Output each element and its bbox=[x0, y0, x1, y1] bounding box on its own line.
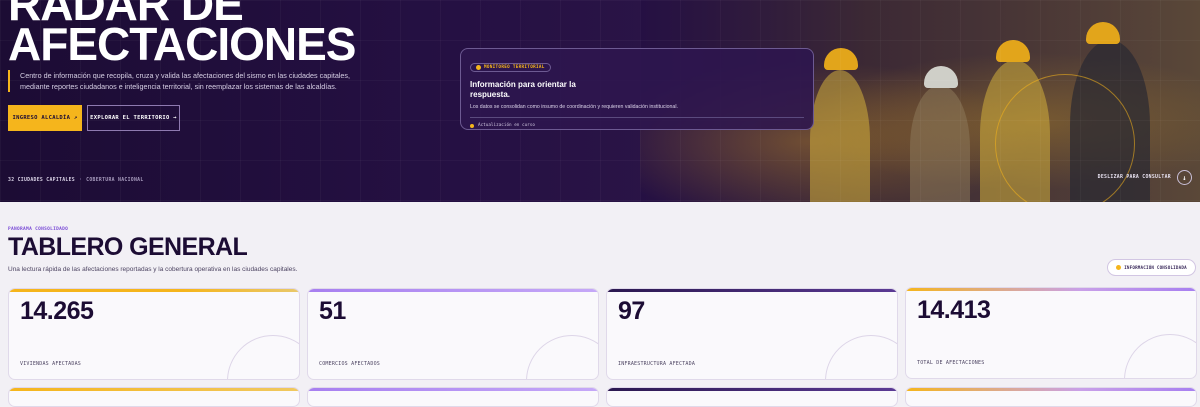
stat-value: 14.413 bbox=[917, 296, 991, 324]
stat-label: VIVIENDAS AFECTADAS bbox=[20, 361, 81, 367]
monitor-text: Los datos se consolidan como insumo de c… bbox=[470, 104, 678, 110]
stat-card-row2 bbox=[606, 387, 898, 407]
ingreso-alcaldia-button[interactable]: INGRESO ALCALDÍA ↗ bbox=[8, 105, 82, 131]
stat-card-comercios: 51 COMERCIOS AFECTADOS bbox=[307, 288, 599, 380]
card-accent-bar bbox=[906, 288, 1196, 291]
section-kicker: PANORAMA CONSOLIDADO bbox=[8, 227, 69, 232]
status-dot-icon bbox=[1116, 265, 1122, 270]
stat-value: 14.265 bbox=[20, 297, 94, 325]
stat-label: TOTAL DE AFECTACIONES bbox=[917, 360, 985, 366]
scroll-hint[interactable]: DESLIZAR PARA CONSULTAR ↓ bbox=[1098, 170, 1192, 185]
stat-card-infraestructura: 97 INFRAESTRUCTURA AFECTADA bbox=[606, 288, 898, 380]
arrow-down-icon[interactable]: ↓ bbox=[1177, 170, 1192, 185]
card-accent-bar bbox=[607, 289, 897, 292]
status-dot-icon bbox=[470, 123, 474, 128]
hero-description: Centro de información que recopila, cruz… bbox=[8, 70, 368, 92]
stat-card-viviendas: 14.265 VIVIENDAS AFECTADAS bbox=[8, 288, 300, 380]
stat-card-row2 bbox=[307, 387, 599, 407]
monitor-status: Actualización en curso bbox=[470, 123, 804, 128]
info-consolidada-badge: INFORMACIÓN CONSOLIDADA bbox=[1107, 259, 1196, 276]
stat-value: 51 bbox=[319, 297, 346, 325]
divider bbox=[470, 117, 804, 118]
section-subtitle: Una lectura rápida de las afectaciones r… bbox=[8, 266, 298, 273]
status-dot-icon bbox=[476, 65, 481, 70]
monitor-card: MONITOREO TERRITORIAL Información para o… bbox=[460, 48, 814, 130]
card-accent-bar bbox=[9, 289, 299, 292]
stat-value: 97 bbox=[618, 297, 645, 325]
scroll-hint-label: DESLIZAR PARA CONSULTAR bbox=[1097, 175, 1171, 180]
hero-title: RADAR DE AFECTACIONES bbox=[8, 0, 356, 70]
stat-label: INFRAESTRUCTURA AFECTADA bbox=[618, 361, 696, 367]
stat-label: COMERCIOS AFECTADOS bbox=[319, 361, 380, 367]
stat-card-row2 bbox=[905, 387, 1197, 407]
monitor-title: Información para orientar la respuesta. bbox=[470, 80, 576, 99]
monitor-badge: MONITOREO TERRITORIAL bbox=[470, 63, 551, 72]
section-title: TABLERO GENERAL bbox=[8, 233, 248, 261]
explorar-territorio-button[interactable]: EXPLORAR EL TERRITORIO → bbox=[87, 105, 180, 131]
hero-section: RADAR DE AFECTACIONES Centro de informac… bbox=[0, 0, 1200, 202]
stat-card-total: 14.413 TOTAL DE AFECTACIONES bbox=[905, 287, 1197, 379]
hero-footer-meta: 32 CIUDADES CAPITALES · COBERTURA NACIONAL bbox=[8, 178, 144, 183]
card-accent-bar bbox=[308, 289, 598, 292]
stat-card-row2 bbox=[8, 387, 300, 407]
